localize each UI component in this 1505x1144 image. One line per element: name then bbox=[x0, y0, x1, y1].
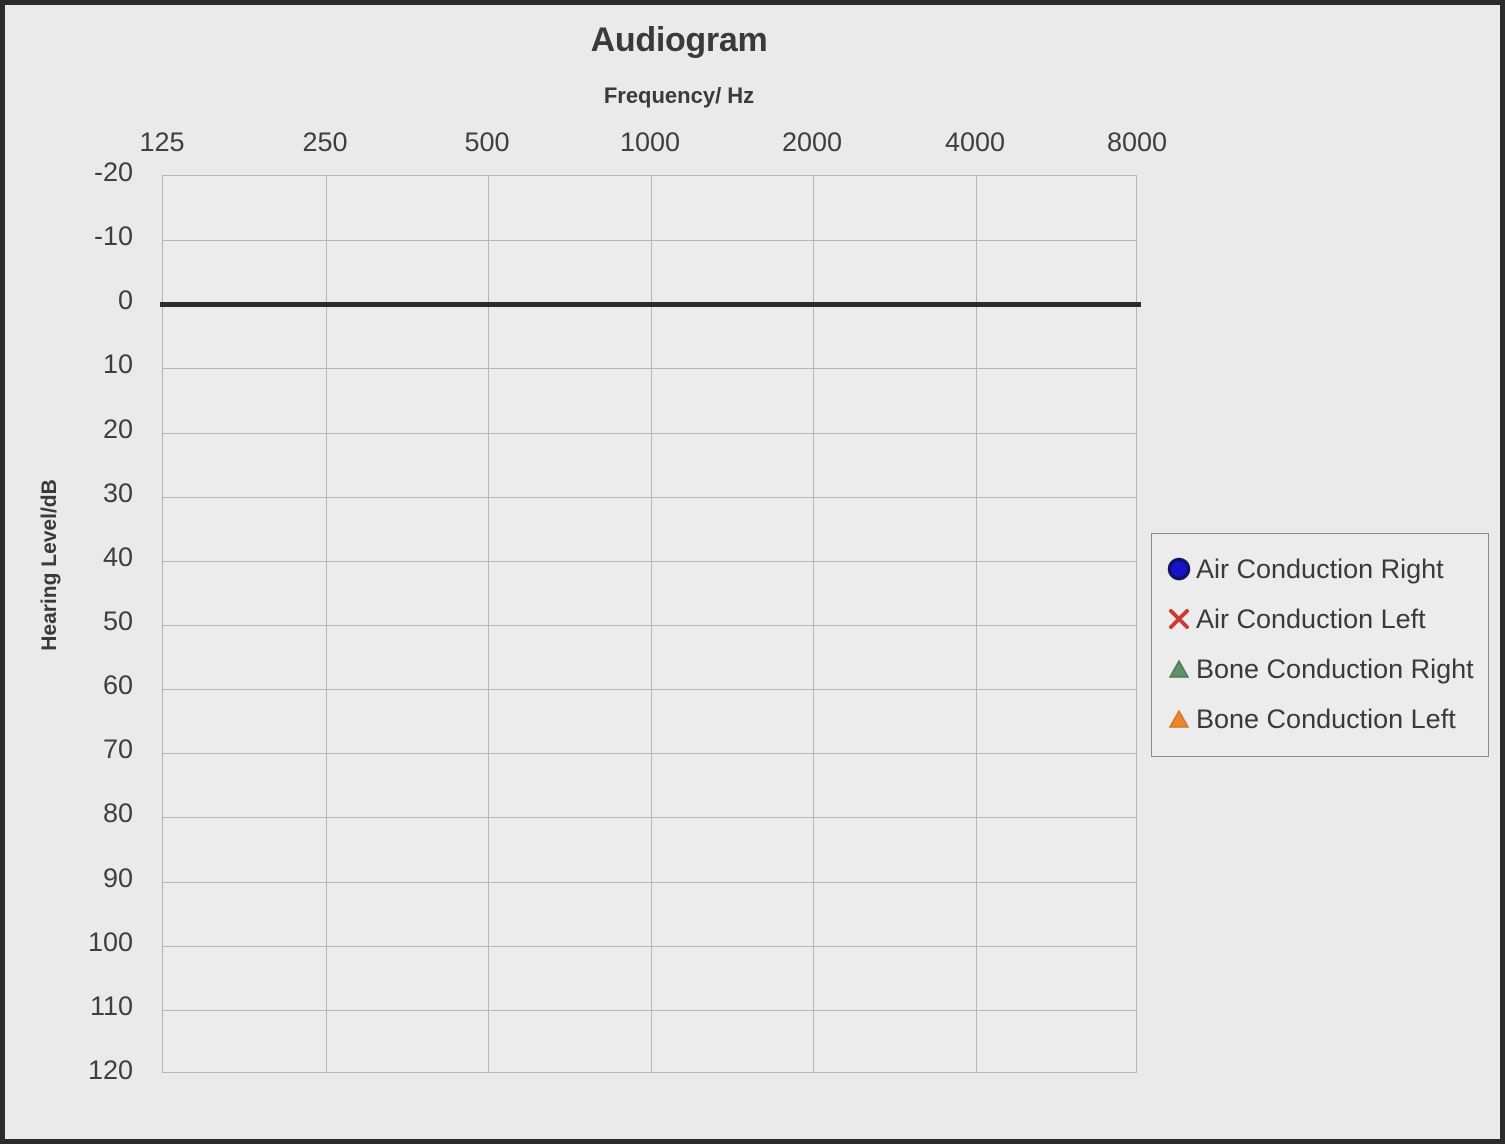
gridline-horizontal bbox=[163, 753, 1136, 754]
legend-item[interactable]: Air Conduction Right bbox=[1164, 544, 1476, 594]
gridline-horizontal bbox=[163, 882, 1136, 883]
page-title: Audiogram bbox=[590, 21, 768, 59]
x-cross-icon bbox=[1164, 604, 1194, 634]
filled-circle-icon bbox=[1164, 554, 1194, 584]
x-axis-tick-label: 4000 bbox=[944, 127, 1006, 157]
gridline-horizontal bbox=[163, 817, 1136, 818]
gridline-horizontal bbox=[163, 433, 1136, 434]
gridline-horizontal bbox=[163, 497, 1136, 498]
gridline-horizontal bbox=[163, 1010, 1136, 1011]
gridline-vertical bbox=[813, 176, 814, 1072]
legend-item-label: Air Conduction Left bbox=[1196, 603, 1426, 634]
legend-item-label: Bone Conduction Right bbox=[1196, 653, 1474, 684]
y-axis-tick-label: 90 bbox=[102, 863, 133, 893]
y-axis-tick-label: -20 bbox=[93, 157, 133, 187]
y-axis-tick-label: 110 bbox=[89, 991, 133, 1021]
gridline-horizontal bbox=[163, 368, 1136, 369]
y-axis-tick-label: 10 bbox=[102, 349, 133, 379]
x-axis-title: Frequency/ Hz bbox=[603, 83, 755, 108]
zero-db-reference-line bbox=[160, 302, 1141, 307]
x-axis-tick-label: 125 bbox=[139, 127, 185, 157]
x-axis-tick-label: 500 bbox=[464, 127, 510, 157]
y-axis-tick-label: 30 bbox=[102, 478, 133, 508]
gridline-horizontal bbox=[163, 946, 1136, 947]
y-axis-tick-label: 120 bbox=[87, 1055, 133, 1085]
y-axis-tick-label: 0 bbox=[117, 285, 133, 315]
legend-item[interactable]: Air Conduction Left bbox=[1164, 594, 1476, 644]
y-axis-tick-label: 70 bbox=[102, 734, 133, 764]
gridline-vertical bbox=[976, 176, 977, 1072]
y-axis-tick-label: 40 bbox=[102, 542, 133, 572]
x-axis-tick-label: 250 bbox=[302, 127, 348, 157]
legend-item-label: Bone Conduction Left bbox=[1196, 703, 1456, 734]
y-axis-tick-label: 60 bbox=[102, 670, 133, 700]
audiogram-figure: Audiogram Frequency/ Hz Hearing Level/dB… bbox=[0, 0, 1505, 1144]
legend-item-label: Air Conduction Right bbox=[1196, 553, 1444, 584]
gridline-vertical bbox=[488, 176, 489, 1072]
plot-area bbox=[160, 175, 1141, 1073]
y-axis-tick-label: 50 bbox=[102, 606, 133, 636]
gridline-horizontal bbox=[163, 689, 1136, 690]
gridline-horizontal bbox=[163, 625, 1136, 626]
gridline-horizontal bbox=[163, 561, 1136, 562]
legend-item[interactable]: Bone Conduction Left bbox=[1164, 694, 1476, 744]
x-axis-tick-label: 1000 bbox=[619, 127, 681, 157]
chart-legend: Air Conduction Right Air Conduction Left B… bbox=[1151, 533, 1489, 757]
gridline-vertical bbox=[651, 176, 652, 1072]
triangle-icon bbox=[1164, 654, 1194, 684]
gridline-horizontal bbox=[163, 240, 1136, 241]
y-axis-tick-label: 20 bbox=[102, 414, 133, 444]
gridline-vertical bbox=[326, 176, 327, 1072]
y-axis-tick-label: 80 bbox=[102, 798, 133, 828]
x-axis-tick-label: 8000 bbox=[1106, 127, 1168, 157]
triangle-icon bbox=[1164, 704, 1194, 734]
y-axis-tick-label: 100 bbox=[87, 927, 133, 957]
legend-item[interactable]: Bone Conduction Right bbox=[1164, 644, 1476, 694]
y-axis-tick-label: -10 bbox=[93, 221, 133, 251]
x-axis-tick-label: 2000 bbox=[781, 127, 843, 157]
